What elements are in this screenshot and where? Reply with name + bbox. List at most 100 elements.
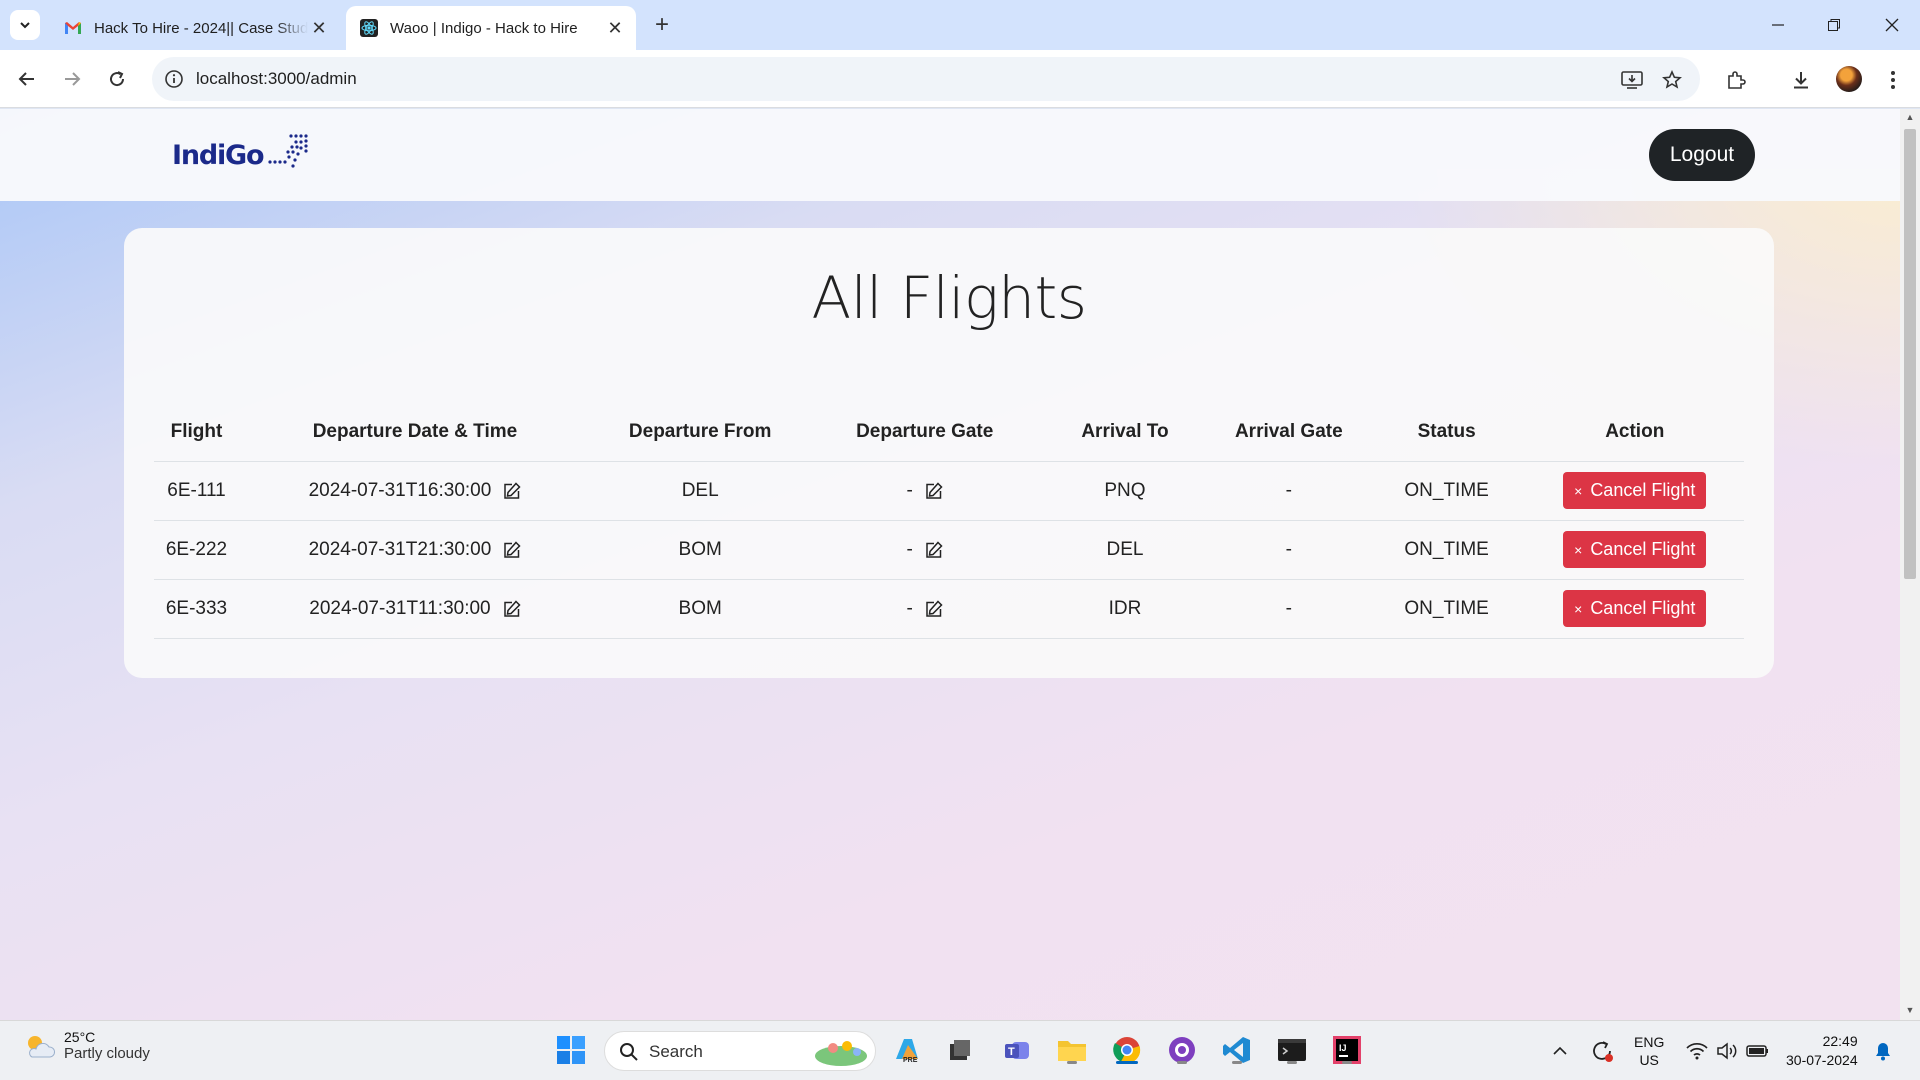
- language-indicator[interactable]: ENG US: [1634, 1021, 1664, 1080]
- close-icon: ×: [1574, 600, 1583, 617]
- github-desktop-icon[interactable]: [1165, 1033, 1199, 1067]
- close-tab-icon[interactable]: ✕: [604, 17, 626, 39]
- edit-icon[interactable]: [925, 481, 943, 500]
- reload-button[interactable]: [102, 64, 132, 94]
- notification-bell-icon[interactable]: [1874, 1021, 1892, 1080]
- battery-icon[interactable]: [1746, 1021, 1770, 1080]
- weather-widget[interactable]: 25°C Partly cloudy: [22, 1029, 150, 1062]
- departure-gate: -: [906, 479, 913, 501]
- browser-tab-indigo[interactable]: Waoo | Indigo - Hack to Hire ✕: [346, 6, 636, 50]
- running-indicator: [1232, 1061, 1242, 1064]
- teams-icon[interactable]: T: [1000, 1033, 1034, 1067]
- close-icon: [1885, 18, 1899, 32]
- scrollbar-thumb[interactable]: [1904, 129, 1916, 579]
- table-header-row: Flight Departure Date & Time Departure F…: [154, 403, 1744, 462]
- indigo-logo[interactable]: IndiGo: [172, 133, 309, 171]
- close-tab-icon[interactable]: ✕: [308, 17, 330, 39]
- terminal-icon[interactable]: [1275, 1033, 1309, 1067]
- address-bar[interactable]: localhost:3000/admin: [152, 57, 1700, 101]
- minimize-icon: [1772, 24, 1784, 26]
- column-header: Flight: [154, 403, 239, 462]
- site-info-icon[interactable]: [164, 69, 184, 89]
- svg-text:IJ: IJ: [1339, 1043, 1347, 1053]
- edit-icon[interactable]: [925, 540, 943, 559]
- new-tab-button[interactable]: +: [648, 12, 676, 40]
- windows-start-icon[interactable]: [554, 1033, 588, 1067]
- departure-cell: 2024-07-31T21:30:00: [238, 520, 591, 580]
- volume-icon[interactable]: [1716, 1021, 1738, 1080]
- arrival-to: PNQ: [1040, 461, 1210, 521]
- back-button[interactable]: [12, 64, 42, 94]
- table-row: 6E-222 2024-07-31T21:30:00 BOM - DEL - O…: [154, 520, 1744, 580]
- sync-status-icon[interactable]: [1590, 1021, 1614, 1080]
- flight-number: 6E-111: [154, 461, 239, 521]
- cancel-flight-button[interactable]: × Cancel Flight: [1563, 472, 1707, 509]
- file-explorer-icon[interactable]: [1055, 1033, 1089, 1067]
- edit-icon[interactable]: [503, 599, 521, 618]
- cancel-flight-button[interactable]: × Cancel Flight: [1563, 531, 1707, 568]
- running-indicator: [1067, 1061, 1077, 1064]
- extensions-icon[interactable]: [1723, 67, 1749, 93]
- close-icon: ×: [1574, 541, 1583, 558]
- chevron-up-icon: [1553, 1046, 1567, 1055]
- install-app-icon[interactable]: [1620, 68, 1644, 92]
- chrome-icon[interactable]: [1110, 1033, 1144, 1067]
- page-scrollbar[interactable]: ▲ ▼: [1900, 109, 1920, 1020]
- page-title: All Flights: [811, 264, 1087, 332]
- arrival-to: DEL: [1040, 520, 1210, 580]
- close-icon: ×: [1574, 482, 1583, 499]
- departure-datetime: 2024-07-31T11:30:00: [309, 597, 491, 619]
- flights-card: All Flights Flight Departure Date & Time…: [124, 228, 1774, 678]
- vscode-icon[interactable]: [1220, 1033, 1254, 1067]
- download-icon[interactable]: [1788, 67, 1814, 93]
- taskbar-search[interactable]: Search: [604, 1031, 876, 1071]
- edit-icon[interactable]: [503, 481, 521, 500]
- edit-icon[interactable]: [503, 540, 521, 559]
- chevron-down-icon: [20, 22, 30, 29]
- scroll-down-arrow-icon[interactable]: ▼: [1904, 1005, 1916, 1017]
- action-cell: × Cancel Flight: [1525, 579, 1744, 639]
- column-header: Status: [1367, 403, 1526, 462]
- column-header: Arrival Gate: [1209, 403, 1368, 462]
- tab-search-button[interactable]: [10, 10, 40, 40]
- arrival-gate: -: [1209, 520, 1368, 580]
- cancel-flight-label: Cancel Flight: [1590, 598, 1696, 618]
- bookmark-star-icon[interactable]: [1660, 68, 1684, 92]
- task-view-icon[interactable]: [943, 1033, 977, 1067]
- restore-icon: [1828, 19, 1840, 31]
- kebab-menu-icon[interactable]: [1880, 67, 1906, 93]
- clock-time: 22:49: [1822, 1033, 1858, 1049]
- column-header: Departure Date & Time: [238, 403, 591, 462]
- show-hidden-icons-button[interactable]: [1552, 1021, 1568, 1080]
- departure-from: DEL: [590, 461, 810, 521]
- url-text[interactable]: localhost:3000/admin: [196, 69, 357, 89]
- language-code: ENG: [1634, 1034, 1665, 1050]
- windows-taskbar: 25°C Partly cloudy Search PRE T IJ ENG U…: [0, 1020, 1920, 1080]
- column-header: Departure Gate: [809, 403, 1041, 462]
- scroll-up-arrow-icon[interactable]: ▲: [1904, 112, 1916, 124]
- flight-number: 6E-222: [154, 520, 239, 580]
- restore-button[interactable]: [1806, 0, 1862, 50]
- minimize-button[interactable]: [1750, 0, 1806, 50]
- departure-gate-cell: -: [809, 461, 1041, 521]
- react-icon: [360, 19, 378, 37]
- close-window-button[interactable]: [1864, 0, 1920, 50]
- cancel-flight-button[interactable]: × Cancel Flight: [1563, 590, 1707, 627]
- forward-button[interactable]: [57, 64, 87, 94]
- table-row: 6E-333 2024-07-31T11:30:00 BOM - IDR - O…: [154, 579, 1744, 639]
- copilot-icon[interactable]: PRE: [890, 1033, 924, 1067]
- intellij-icon[interactable]: IJ: [1330, 1033, 1364, 1067]
- svg-text:T: T: [1008, 1046, 1015, 1058]
- clock[interactable]: 22:49 30-07-2024: [1786, 1021, 1858, 1080]
- edit-icon[interactable]: [925, 599, 943, 618]
- browser-toolbar: localhost:3000/admin: [0, 50, 1920, 108]
- wifi-icon[interactable]: [1686, 1021, 1708, 1080]
- departure-from: BOM: [590, 520, 810, 580]
- logout-button[interactable]: Logout: [1649, 129, 1755, 181]
- browser-tab-gmail[interactable]: Hack To Hire - 2024|| Case Study ✕: [50, 6, 340, 50]
- profile-avatar[interactable]: [1836, 66, 1862, 92]
- plane-dots-icon: [268, 134, 308, 168]
- departure-from: BOM: [590, 579, 810, 639]
- search-icon: [620, 1043, 638, 1061]
- departure-gate: -: [906, 538, 913, 560]
